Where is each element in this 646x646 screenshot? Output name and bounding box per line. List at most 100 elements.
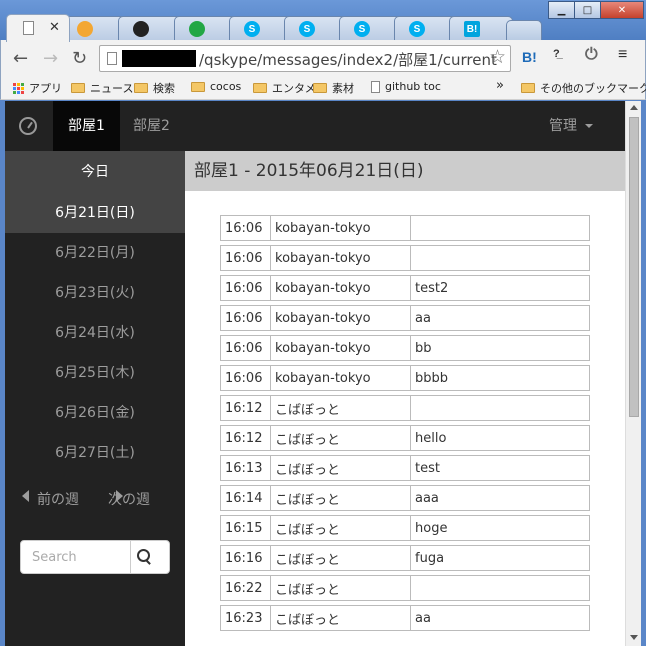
message-text: test2 bbox=[410, 275, 590, 301]
address-bar[interactable]: /qskype/messages/index2/部屋1/current ☆ bbox=[99, 45, 511, 72]
folder-icon bbox=[191, 81, 205, 92]
sidebar-day[interactable]: 6月27日(土) bbox=[5, 433, 185, 473]
browser-tab[interactable] bbox=[118, 16, 182, 42]
bookmark-folder[interactable]: 素材 bbox=[313, 80, 354, 96]
message-time: 16:12 bbox=[220, 395, 270, 421]
message-time: 16:14 bbox=[220, 485, 270, 511]
top-navbar: 部屋1 部屋2 管理 bbox=[5, 101, 625, 151]
other-bookmarks-folder[interactable]: その他のブックマーク bbox=[521, 80, 646, 96]
next-week-link[interactable]: 次の週 bbox=[108, 489, 150, 508]
reload-icon[interactable]: ↻ bbox=[72, 48, 87, 69]
sidebar-day[interactable]: 6月23日(火) bbox=[5, 273, 185, 313]
message-text bbox=[410, 575, 590, 601]
message-text bbox=[410, 215, 590, 241]
skype-icon: S bbox=[354, 21, 370, 37]
sidebar-day[interactable]: 6月25日(木) bbox=[5, 353, 185, 393]
maximize-button[interactable]: □ bbox=[574, 1, 601, 19]
sidebar-day[interactable]: 6月22日(月) bbox=[5, 233, 185, 273]
search-icon[interactable] bbox=[135, 548, 155, 566]
message-row: 16:06 kobayan-tokyo bbbb bbox=[220, 365, 590, 391]
message-time: 16:16 bbox=[220, 545, 270, 571]
forward-arrow-icon[interactable]: → bbox=[43, 48, 58, 69]
message-text: hoge bbox=[410, 515, 590, 541]
bookmark-folder[interactable]: エンタメ bbox=[253, 80, 316, 96]
tab-room-1[interactable]: 部屋1 bbox=[53, 101, 120, 151]
message-text: fuga bbox=[410, 545, 590, 571]
scroll-up-arrow-icon[interactable] bbox=[630, 105, 638, 110]
bookmark-label: cocos bbox=[210, 80, 242, 93]
bookmark-apps[interactable]: アプリ bbox=[13, 80, 62, 96]
folder-icon bbox=[134, 83, 148, 93]
bookmark-label: github toc bbox=[385, 80, 441, 93]
power-icon[interactable]: ⏻ bbox=[585, 46, 598, 64]
hatena-bookmark-button[interactable]: B! bbox=[522, 49, 537, 65]
message-row: 16:22 こばぼっと bbox=[220, 575, 590, 601]
admin-dropdown[interactable]: 管理 bbox=[549, 101, 593, 151]
sidebar-day[interactable]: 6月26日(金) bbox=[5, 393, 185, 433]
scroll-down-arrow-icon[interactable] bbox=[630, 635, 638, 640]
message-user: こばぼっと bbox=[270, 395, 410, 421]
message-row: 16:06 kobayan-tokyo bbox=[220, 215, 590, 241]
next-week-label: 次の週 bbox=[108, 492, 150, 508]
sidebar-day[interactable]: 6月24日(水) bbox=[5, 313, 185, 353]
message-text bbox=[410, 245, 590, 271]
bookmark-folder[interactable]: cocos bbox=[191, 80, 241, 93]
tab-room-2[interactable]: 部屋2 bbox=[118, 101, 185, 151]
bookmarks-bar: アプリ ニュース 検索 cocos エンタメ 素材 github toc » そ… bbox=[0, 76, 646, 100]
page-title: 部屋1 - 2015年06月21日(日) bbox=[185, 151, 625, 191]
window-close-button[interactable]: ✕ bbox=[600, 1, 644, 19]
bookmark-label: その他のブックマーク bbox=[540, 82, 646, 95]
minimize-button[interactable]: ▁ bbox=[548, 1, 575, 19]
search-input[interactable] bbox=[21, 541, 131, 573]
message-time: 16:06 bbox=[220, 245, 270, 271]
message-text: hello bbox=[410, 425, 590, 451]
message-time: 16:13 bbox=[220, 455, 270, 481]
redacted-host bbox=[122, 50, 196, 67]
browser-tab[interactable] bbox=[62, 16, 126, 42]
message-row: 16:15 こばぼっと hoge bbox=[220, 515, 590, 541]
browser-toolbar: ← → ↻ /qskype/messages/index2/部屋1/curren… bbox=[0, 40, 646, 76]
browser-titlebar: ✕ S S S S B! ▁ □ ✕ bbox=[0, 0, 646, 42]
message-time: 16:06 bbox=[220, 275, 270, 301]
bookmark-folder[interactable]: 検索 bbox=[134, 80, 175, 96]
sidebar-day[interactable]: 6月21日(日) bbox=[5, 193, 185, 233]
bookmark-star-icon[interactable]: ☆ bbox=[489, 46, 506, 68]
new-tab-button[interactable] bbox=[506, 20, 542, 40]
main-content: 部屋1 - 2015年06月21日(日) 16:06 kobayan-tokyo 1… bbox=[185, 151, 625, 646]
back-arrow-icon[interactable]: ← bbox=[13, 48, 28, 69]
triangle-left-icon bbox=[22, 490, 29, 502]
green-app-icon bbox=[189, 21, 205, 37]
bookmark-page[interactable]: github toc bbox=[371, 80, 441, 93]
browser-tab-active[interactable]: ✕ bbox=[6, 14, 70, 42]
bookmark-label: エンタメ bbox=[272, 82, 316, 95]
bookmark-folder[interactable]: ニュース bbox=[71, 80, 133, 96]
admin-label: 管理 bbox=[549, 118, 577, 134]
dashboard-gauge-icon[interactable] bbox=[19, 117, 37, 135]
scrollbar-thumb[interactable] bbox=[629, 117, 639, 417]
message-user: こばぼっと bbox=[270, 515, 410, 541]
message-user: こばぼっと bbox=[270, 545, 410, 571]
message-user: こばぼっと bbox=[270, 605, 410, 631]
bookmarks-overflow-button[interactable]: » bbox=[496, 78, 504, 93]
messages-table: 16:06 kobayan-tokyo 16:06 kobayan-tokyo 16:0… bbox=[220, 211, 590, 635]
close-tab-icon[interactable]: ✕ bbox=[49, 20, 60, 35]
message-text: test bbox=[410, 455, 590, 481]
browser-tab[interactable]: B! bbox=[449, 16, 513, 42]
page-scrollbar[interactable] bbox=[625, 101, 641, 646]
message-user: kobayan-tokyo bbox=[270, 215, 410, 241]
message-user: こばぼっと bbox=[270, 455, 410, 481]
message-row: 16:13 こばぼっと test bbox=[220, 455, 590, 481]
prev-week-link[interactable]: 前の週 bbox=[22, 489, 79, 508]
prev-week-label: 前の週 bbox=[37, 492, 79, 508]
extension-icon[interactable]: ?̲ bbox=[553, 48, 560, 60]
message-user: こばぼっと bbox=[270, 575, 410, 601]
message-text: aa bbox=[410, 605, 590, 631]
today-link[interactable]: 今日 bbox=[5, 151, 185, 193]
caret-down-icon bbox=[585, 124, 593, 128]
message-text: bb bbox=[410, 335, 590, 361]
message-user: こばぼっと bbox=[270, 485, 410, 511]
message-row: 16:06 kobayan-tokyo bb bbox=[220, 335, 590, 361]
menu-icon[interactable]: ≡ bbox=[618, 46, 627, 64]
message-row: 16:12 こばぼっと hello bbox=[220, 425, 590, 451]
message-row: 16:06 kobayan-tokyo bbox=[220, 245, 590, 271]
